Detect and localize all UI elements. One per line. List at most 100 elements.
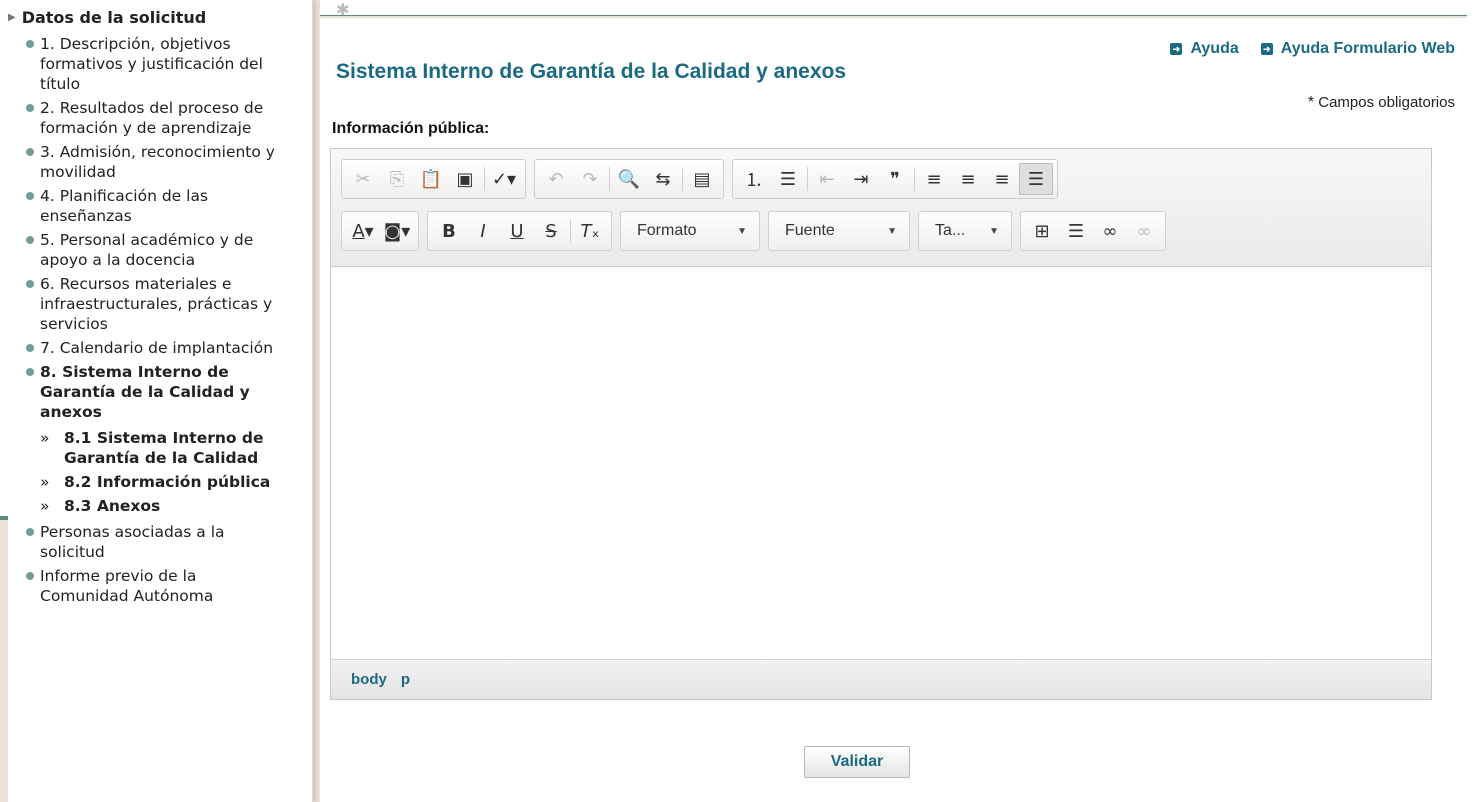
- sidebar-item-personal[interactable]: 5. Personal académico y de apoyo a la do…: [26, 230, 276, 270]
- sidebar-item-label: 7. Calendario de implantación: [40, 339, 274, 357]
- sidebar-item-informe-previo[interactable]: Informe previo de la Comunidad Autónoma: [26, 566, 276, 606]
- underline-icon[interactable]: U: [500, 215, 534, 247]
- text-color-icon[interactable]: A ▾: [346, 215, 380, 247]
- validate-button[interactable]: Validar: [804, 746, 910, 778]
- sidebar-subitem-label: 8.3 Anexos: [64, 497, 161, 515]
- background-color-icon[interactable]: ◙▾: [380, 215, 414, 247]
- sidebar-header[interactable]: ▶ Datos de la solicitud: [8, 6, 306, 28]
- sidebar-item-planificacion[interactable]: 4. Planificación de las enseñanzas: [26, 186, 276, 226]
- sidebar-sub-list: » 8.1 Sistema Interno de Garantía de la …: [40, 428, 276, 516]
- copy-icon[interactable]: ⎘: [380, 163, 414, 195]
- sidebar-item-label: 8. Sistema Interno de Garantía de la Cal…: [40, 363, 250, 421]
- paragraph-group: ⒈ ☰ ⇤ ⇥ ❞ ≡ ≡ ≡ ☰: [732, 159, 1058, 199]
- sidebar-item-admision[interactable]: 3. Admisión, reconocimiento y movilidad: [26, 142, 276, 182]
- sidebar-item-calendario[interactable]: 7. Calendario de implantación: [26, 338, 276, 358]
- double-arrow-icon: »: [40, 497, 50, 515]
- font-dropdown[interactable]: Fuente ▼: [768, 211, 910, 251]
- remove-format-icon[interactable]: Tₓ: [573, 215, 607, 247]
- undo-icon[interactable]: ↶: [539, 163, 573, 195]
- indent-icon[interactable]: ⇥: [844, 163, 878, 195]
- help-form-link-label: Ayuda Formulario Web: [1280, 40, 1455, 57]
- horizontal-rule-icon[interactable]: ☰: [1059, 215, 1093, 247]
- select-all-icon[interactable]: ▤: [685, 163, 719, 195]
- strikethrough-icon[interactable]: S: [534, 215, 568, 247]
- align-justify-icon[interactable]: ☰: [1019, 163, 1053, 195]
- toolbar-separator: [682, 167, 683, 191]
- history-group: ↶ ↷ 🔍 ⇆ ▤: [534, 159, 724, 199]
- chevron-down-icon: ▼: [989, 225, 999, 237]
- double-arrow-icon: »: [40, 473, 50, 491]
- double-arrow-icon: »: [40, 429, 50, 447]
- sidebar-item-label: 2. Resultados del proceso de formación y…: [40, 99, 264, 137]
- link-icon[interactable]: ∞: [1093, 215, 1127, 247]
- sidebar-item-personas[interactable]: Personas asociadas a la solicitud: [26, 522, 276, 562]
- sidebar-item-label: 3. Admisión, reconocimiento y movilidad: [40, 143, 275, 181]
- format-dropdown[interactable]: Formato ▼: [620, 211, 760, 251]
- paste-icon[interactable]: 📋: [414, 163, 448, 195]
- sidebar-item-descripcion[interactable]: 1. Descripción, objetivos formativos y j…: [26, 34, 276, 94]
- editor-element-path: body p: [331, 659, 1431, 699]
- format-dropdown-label: Formato: [637, 222, 697, 239]
- size-dropdown-label: Ta...: [935, 222, 966, 239]
- paste-word-icon[interactable]: ▣: [448, 163, 482, 195]
- logo-icon: ✱: [336, 0, 350, 19]
- toolbar-separator: [484, 167, 485, 191]
- help-form-link[interactable]: ➜ Ayuda Formulario Web: [1260, 40, 1455, 58]
- sidebar-item-sistema-interno[interactable]: 8. Sistema Interno de Garantía de la Cal…: [26, 362, 276, 516]
- sidebar-item-label: 6. Recursos materiales e infraestructura…: [40, 275, 273, 333]
- sidebar-nav-list: 1. Descripción, objetivos formativos y j…: [8, 34, 306, 606]
- arrow-right-icon: ➜: [1170, 43, 1183, 55]
- spellcheck-icon[interactable]: ✓▾: [487, 163, 521, 195]
- blockquote-icon[interactable]: ❞: [878, 163, 912, 195]
- sidebar-subitem-anexos[interactable]: » 8.3 Anexos: [40, 496, 276, 516]
- sidebar-subitem-label: 8.1 Sistema Interno de Garantía de la Ca…: [64, 429, 264, 467]
- required-fields-note: * Campos obligatorios: [1308, 94, 1455, 112]
- toolbar-row-2: A ▾ ◙▾ B I U S Tₓ Formato ▼ Fuente ▼ Ta.…: [341, 211, 1166, 251]
- editor-toolbar: ✂ ⎘ 📋 ▣ ✓▾ ↶ ↷ 🔍 ⇆ ▤ ⒈ ☰ ⇤ ⇥ ❞ ≡ ≡ ≡ ☰ A…: [331, 149, 1431, 267]
- sidebar-item-label: 4. Planificación de las enseñanzas: [40, 187, 209, 225]
- cut-icon[interactable]: ✂: [346, 163, 380, 195]
- header-strip: [320, 0, 1467, 16]
- italic-icon[interactable]: I: [466, 215, 500, 247]
- size-dropdown[interactable]: Ta... ▼: [918, 211, 1012, 251]
- required-star: *: [1307, 94, 1315, 111]
- find-icon[interactable]: 🔍: [612, 163, 646, 195]
- sidebar-item-label: Informe previo de la Comunidad Autónoma: [40, 567, 214, 605]
- bullet-icon: [26, 280, 34, 288]
- unlink-icon[interactable]: ∞: [1127, 215, 1161, 247]
- sidebar-header-label: Datos de la solicitud: [21, 7, 207, 27]
- path-item-p[interactable]: p: [401, 671, 410, 688]
- background-frame-right: [1467, 0, 1481, 802]
- bulleted-list-icon[interactable]: ☰: [771, 163, 805, 195]
- rich-text-editor: ✂ ⎘ 📋 ▣ ✓▾ ↶ ↷ 🔍 ⇆ ▤ ⒈ ☰ ⇤ ⇥ ❞ ≡ ≡ ≡ ☰ A…: [330, 148, 1432, 700]
- help-link[interactable]: ➜ Ayuda: [1170, 40, 1239, 58]
- sidebar-item-label: Personas asociadas a la solicitud: [40, 523, 225, 561]
- align-left-icon[interactable]: ≡: [917, 163, 951, 195]
- table-icon[interactable]: ⊞: [1025, 215, 1059, 247]
- page-title: Sistema Interno de Garantía de la Calida…: [336, 60, 847, 83]
- help-link-label: Ayuda: [1190, 40, 1239, 57]
- toolbar-row-1: ✂ ⎘ 📋 ▣ ✓▾ ↶ ↷ 🔍 ⇆ ▤ ⒈ ☰ ⇤ ⇥ ❞ ≡ ≡ ≡ ☰: [341, 159, 1058, 199]
- sidebar-subitem-informacion-publica[interactable]: » 8.2 Información pública: [40, 472, 276, 492]
- path-item-body[interactable]: body: [351, 671, 387, 688]
- sidebar-subitem-label: 8.2 Información pública: [64, 473, 271, 491]
- help-links: ➜ Ayuda ➜ Ayuda Formulario Web: [1170, 40, 1455, 58]
- align-center-icon[interactable]: ≡: [951, 163, 985, 195]
- toolbar-separator: [609, 167, 610, 191]
- outdent-icon[interactable]: ⇤: [810, 163, 844, 195]
- toolbar-separator: [570, 219, 571, 243]
- chevron-down-icon: ▼: [737, 225, 747, 237]
- align-right-icon[interactable]: ≡: [985, 163, 1019, 195]
- basic-styles-group: B I U S Tₓ: [427, 211, 612, 251]
- bold-icon[interactable]: B: [432, 215, 466, 247]
- redo-icon[interactable]: ↷: [573, 163, 607, 195]
- toolbar-separator: [807, 167, 808, 191]
- editor-content-area[interactable]: [331, 267, 1431, 659]
- numbered-list-icon[interactable]: ⒈: [737, 163, 771, 195]
- sidebar-item-resultados[interactable]: 2. Resultados del proceso de formación y…: [26, 98, 276, 138]
- replace-icon[interactable]: ⇆: [646, 163, 680, 195]
- color-group: A ▾ ◙▾: [341, 211, 419, 251]
- sidebar-item-recursos[interactable]: 6. Recursos materiales e infraestructura…: [26, 274, 276, 334]
- sidebar-subitem-sistema-interno[interactable]: » 8.1 Sistema Interno de Garantía de la …: [40, 428, 276, 468]
- bullet-icon: [26, 148, 34, 156]
